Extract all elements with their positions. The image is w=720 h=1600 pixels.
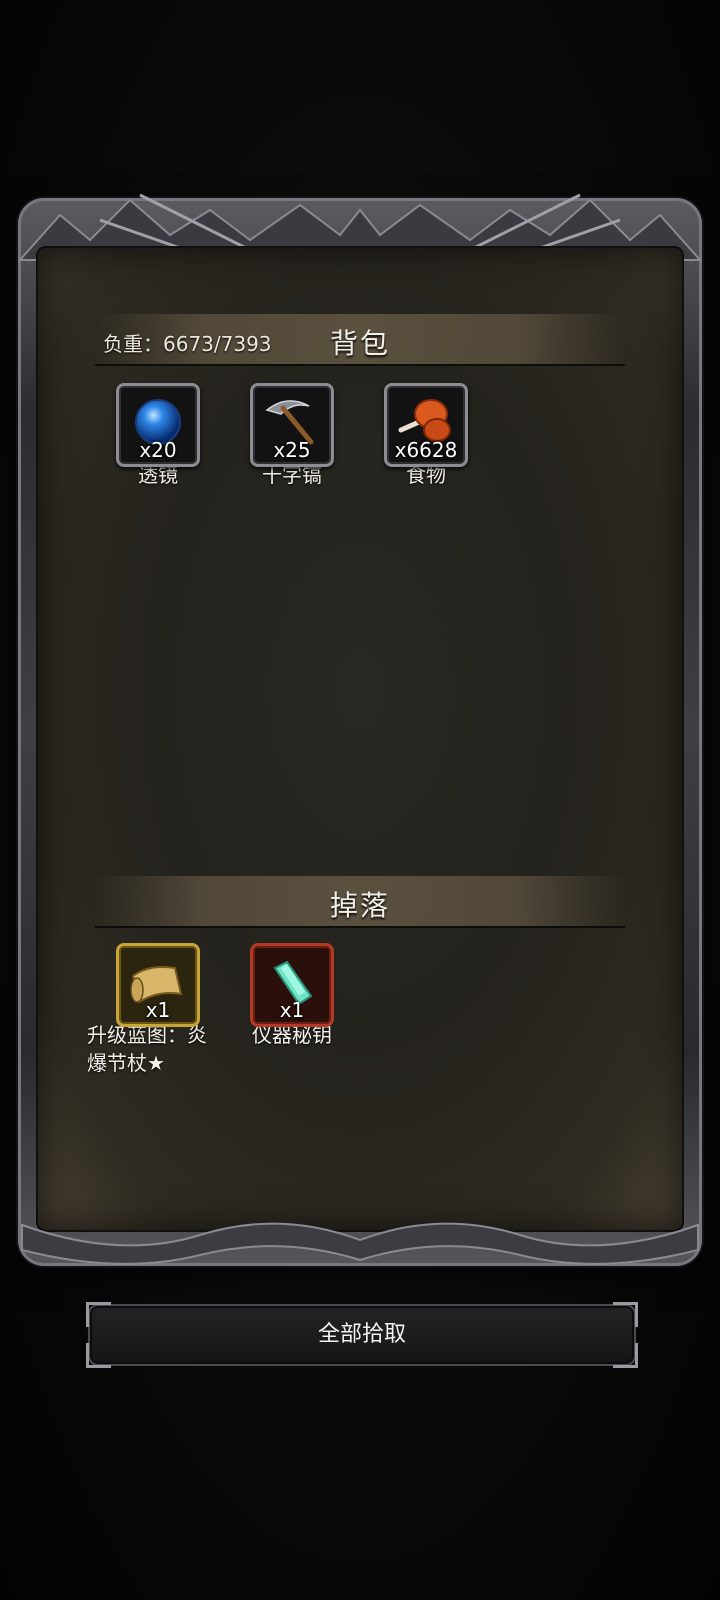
drop-item-blueprint[interactable]: x1 升级蓝图：炎爆节杖★	[83, 943, 233, 1077]
button-corner-ornament	[613, 1302, 638, 1327]
item-name: 升级蓝图：炎爆节杖★	[87, 1023, 207, 1075]
frame-bottom-ornament	[21, 1222, 699, 1265]
button-corner-ornament	[86, 1343, 111, 1368]
bag-header: 负重：6673/7393 背包	[95, 314, 625, 366]
item-count: x20	[139, 438, 177, 462]
item-slot: x6628	[384, 383, 468, 467]
item-slot: x20	[116, 383, 200, 467]
collect-all-label: 全部拾取	[317, 1322, 406, 1347]
item-count: x1	[145, 998, 171, 1022]
drop-item-instrument-key[interactable]: x1 仪器秘钥	[217, 943, 367, 1049]
drops-title: 掉落	[329, 889, 390, 922]
bag-item-food[interactable]: x6628 食物	[351, 383, 501, 489]
item-slot: x1	[116, 943, 200, 1027]
loot-screen: 负重：6673/7393 背包 x20 透镜 x25 十字镐 x6628 食物 …	[0, 0, 720, 1600]
bag-item-lens[interactable]: x20 透镜	[83, 383, 233, 489]
bag-title: 背包	[329, 327, 390, 360]
drops-header: 掉落	[95, 876, 625, 928]
item-count: x25	[273, 438, 311, 462]
button-corner-ornament	[613, 1343, 638, 1368]
button-corner-ornament	[86, 1302, 111, 1327]
item-count: x1	[279, 998, 305, 1022]
bag-item-pickaxe[interactable]: x25 十字镐	[217, 383, 367, 489]
item-slot: x1	[250, 943, 334, 1027]
item-count: x6628	[394, 438, 458, 462]
item-slot: x25	[250, 383, 334, 467]
collect-all-button[interactable]: 全部拾取	[86, 1302, 638, 1368]
